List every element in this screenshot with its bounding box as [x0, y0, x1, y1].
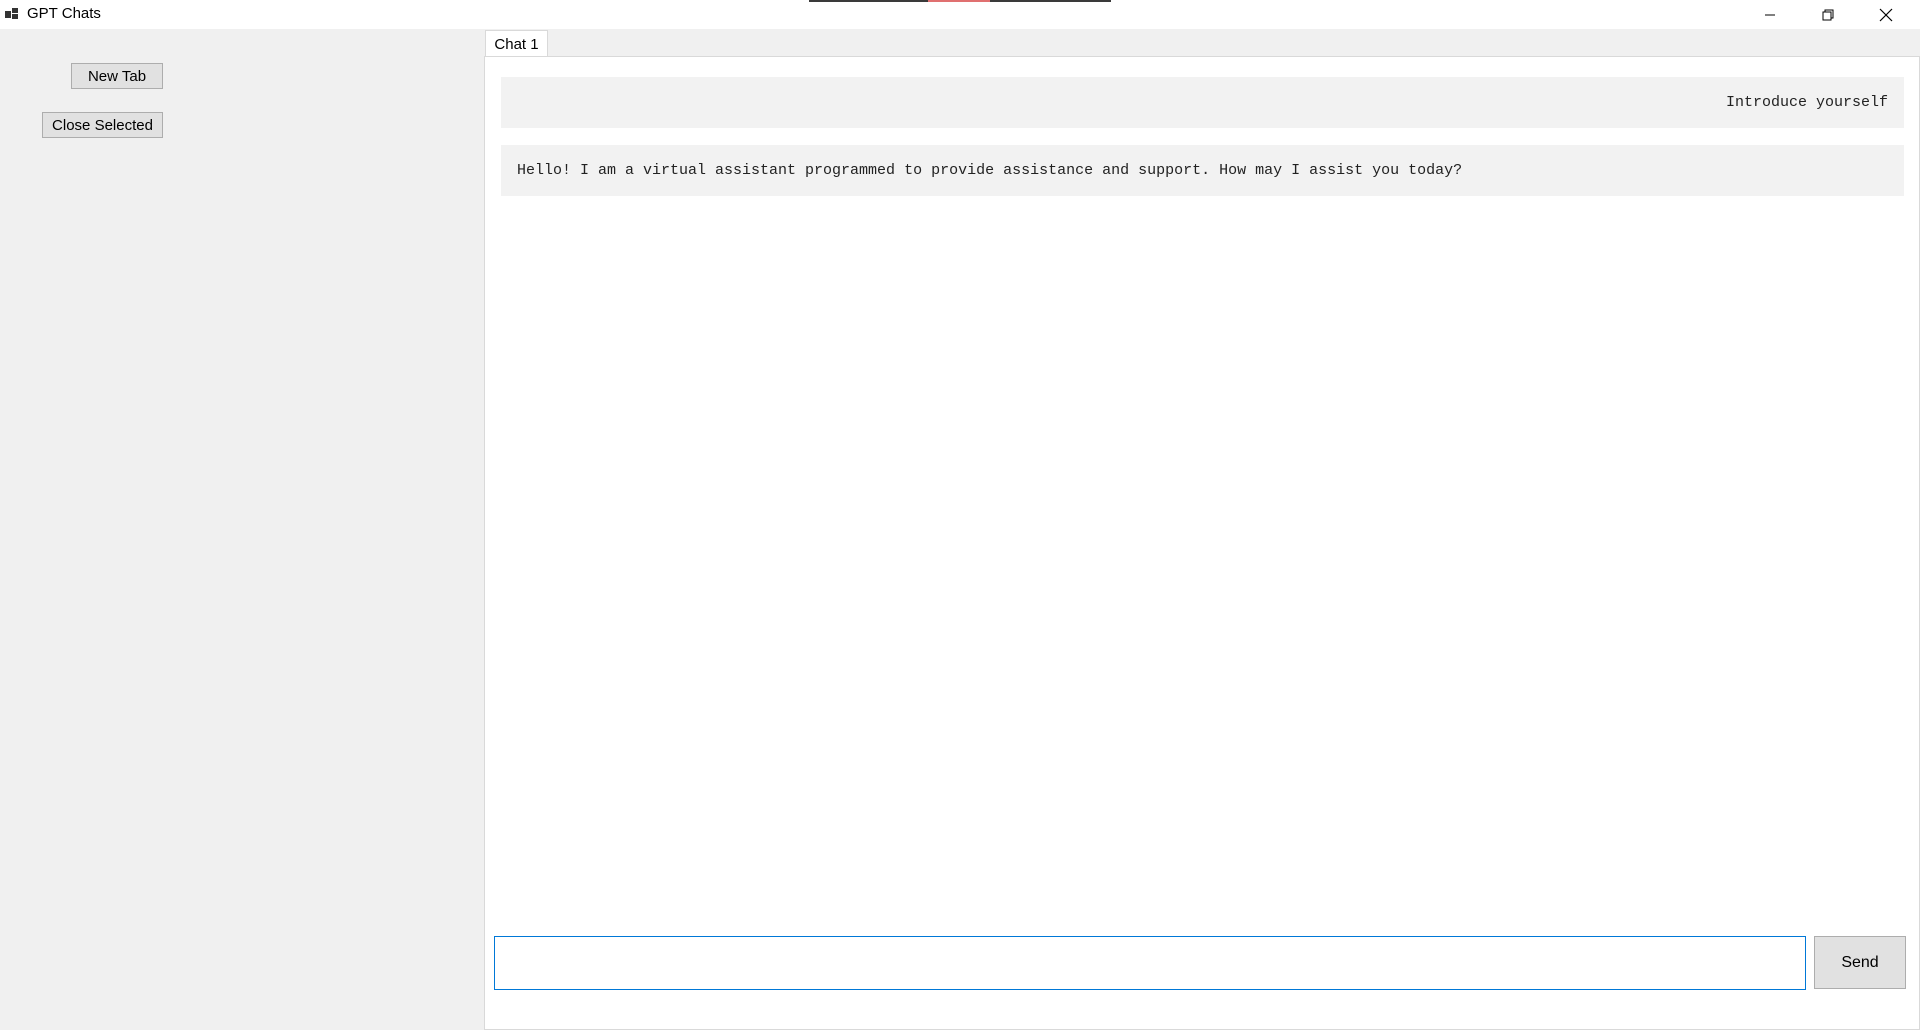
- minimize-button[interactable]: [1741, 0, 1799, 29]
- close-selected-button[interactable]: Close Selected: [42, 112, 163, 138]
- chat-tab-page: [484, 56, 1920, 1030]
- user-message-text: Introduce yourself: [1725, 94, 1888, 111]
- window-title: GPT Chats: [27, 5, 101, 22]
- user-message: Introduce yourself: [501, 77, 1904, 128]
- restore-icon: [1822, 9, 1834, 21]
- close-icon: [1879, 8, 1893, 22]
- send-button[interactable]: Send: [1814, 936, 1906, 989]
- new-tab-button[interactable]: New Tab: [71, 63, 163, 89]
- title-bar[interactable]: GPT Chats: [0, 0, 1920, 29]
- minimize-icon: [1764, 9, 1776, 21]
- restore-button[interactable]: [1799, 0, 1857, 29]
- chat-input[interactable]: [494, 936, 1806, 990]
- close-window-button[interactable]: [1857, 0, 1915, 29]
- tab-chat-1[interactable]: Chat 1: [485, 30, 548, 57]
- app-icon: [5, 6, 21, 22]
- assistant-message-text: Hello! I am a virtual assistant programm…: [517, 162, 1463, 179]
- assistant-message: Hello! I am a virtual assistant programm…: [501, 145, 1904, 196]
- drag-indicator-highlight: [928, 0, 990, 2]
- app-window: GPT Chats New Tab Close Selected Chat 1 …: [0, 0, 1920, 1030]
